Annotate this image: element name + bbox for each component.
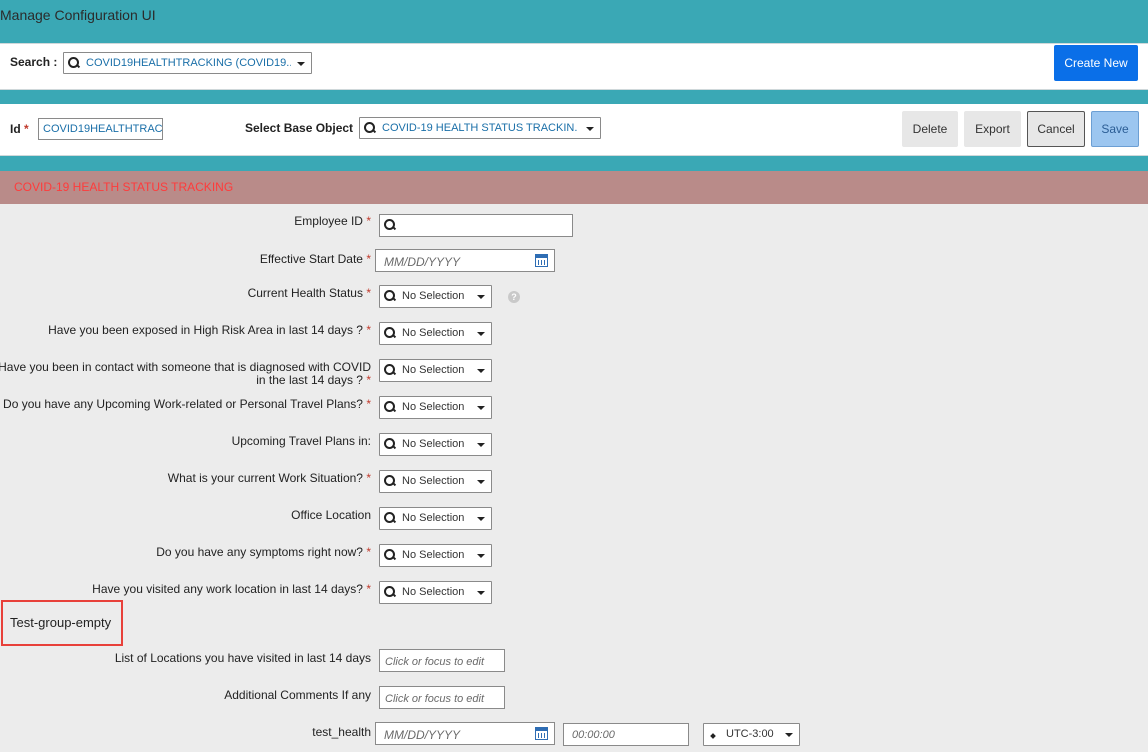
input-placeholder: Click or focus to edit	[385, 693, 485, 705]
chevron-down-icon[interactable]	[477, 480, 485, 484]
chevron-down-icon[interactable]	[477, 517, 485, 521]
select-value: No Selection	[402, 327, 465, 339]
search-icon	[384, 438, 396, 450]
symptoms-label: Do you have any symptoms right now? *	[156, 545, 371, 559]
cancel-button[interactable]: Cancel	[1027, 111, 1085, 147]
help-icon[interactable]: ?	[508, 291, 520, 303]
section-header: COVID-19 HEALTH STATUS TRACKING	[0, 171, 1148, 204]
search-icon	[384, 401, 396, 413]
contact-covid-select[interactable]: No Selection	[379, 359, 492, 382]
chevron-down-icon[interactable]	[477, 332, 485, 336]
exposed-high-risk-label: Have you been exposed in High Risk Area …	[48, 323, 371, 337]
chevron-down-icon[interactable]	[477, 406, 485, 410]
delete-button[interactable]: Delete	[902, 111, 958, 147]
timezone-value: UTC-3:00	[726, 728, 774, 740]
chevron-down-icon[interactable]	[785, 733, 793, 737]
office-location-select[interactable]: No Selection	[379, 507, 492, 530]
chevron-down-icon[interactable]	[477, 369, 485, 373]
effective-start-date-label: Effective Start Date *	[259, 252, 371, 266]
select-value: No Selection	[402, 475, 465, 487]
chevron-down-icon[interactable]	[297, 62, 305, 66]
locations-visited-input[interactable]: Click or focus to edit	[379, 649, 505, 672]
search-icon	[384, 364, 396, 376]
divider-band	[0, 90, 1148, 104]
search-icon	[384, 586, 396, 598]
locations-visited-label: List of Locations you have visited in la…	[114, 651, 371, 665]
app-title: Manage Configuration UI	[0, 7, 156, 23]
select-value: No Selection	[402, 290, 465, 302]
current-health-status-label: Current Health Status *	[247, 286, 371, 300]
create-new-button[interactable]: Create New	[1054, 45, 1138, 81]
search-icon	[68, 57, 80, 69]
search-label: Search :	[10, 55, 58, 69]
id-field[interactable]: COVID19HEALTHTRACKI	[38, 118, 163, 140]
chevron-down-icon[interactable]	[477, 443, 485, 447]
chevron-down-icon[interactable]	[477, 591, 485, 595]
current-health-status-select[interactable]: No Selection	[379, 285, 492, 308]
chevron-down-icon[interactable]	[477, 295, 485, 299]
contact-covid-label: Have you been in contact with someone th…	[0, 360, 371, 387]
symptoms-select[interactable]: No Selection	[379, 544, 492, 567]
effective-start-date-input[interactable]: MM/DD/YYYY	[375, 249, 555, 272]
search-icon	[384, 219, 396, 231]
search-icon	[384, 475, 396, 487]
group-title-box: Test-group-empty	[1, 600, 123, 646]
select-value: No Selection	[402, 364, 465, 376]
select-value: No Selection	[402, 401, 465, 413]
test-health-time-input[interactable]: 00:00:00	[563, 723, 689, 746]
save-button[interactable]: Save	[1091, 111, 1139, 147]
office-location-label: Office Location	[291, 508, 371, 522]
timezone-marker	[710, 733, 716, 739]
search-icon	[384, 327, 396, 339]
search-value: COVID19HEALTHTRACKING (COVID19...	[86, 57, 291, 69]
search-icon	[384, 549, 396, 561]
travel-plans-in-label: Upcoming Travel Plans in:	[231, 434, 371, 448]
search-icon	[364, 122, 376, 134]
app-header: Manage Configuration UI	[0, 0, 1148, 43]
test-health-date-input[interactable]: MM/DD/YYYY	[375, 722, 555, 745]
config-toolbar: Id * COVID19HEALTHTRACKI Select Base Obj…	[0, 104, 1148, 156]
export-button[interactable]: Export	[964, 111, 1021, 147]
work-situation-select[interactable]: No Selection	[379, 470, 492, 493]
visited-work-location-label: Have you visited any work location in la…	[92, 582, 371, 596]
divider-band	[0, 156, 1148, 171]
calendar-icon[interactable]	[535, 254, 548, 267]
chevron-down-icon[interactable]	[586, 127, 594, 131]
employee-id-label: Employee ID *	[294, 214, 371, 228]
exposed-high-risk-select[interactable]: No Selection	[379, 322, 492, 345]
employee-id-input[interactable]	[379, 214, 573, 237]
work-situation-label: What is your current Work Situation? *	[167, 471, 371, 485]
visited-work-location-select[interactable]: No Selection	[379, 581, 492, 604]
date-placeholder: MM/DD/YYYY	[384, 255, 461, 269]
timezone-select[interactable]: UTC-3:00	[703, 723, 800, 746]
additional-comments-label: Additional Comments If any	[224, 688, 371, 702]
base-object-label: Select Base Object	[245, 121, 354, 135]
id-label: Id *	[10, 122, 29, 136]
search-combobox[interactable]: COVID19HEALTHTRACKING (COVID19...	[63, 52, 312, 74]
select-value: No Selection	[402, 438, 465, 450]
time-placeholder: 00:00:00	[572, 729, 615, 741]
search-icon	[384, 290, 396, 302]
section-title: COVID-19 HEALTH STATUS TRACKING	[14, 180, 234, 194]
travel-plans-select[interactable]: No Selection	[379, 396, 492, 419]
group-title: Test-group-empty	[10, 615, 112, 630]
travel-plans-label: Do you have any Upcoming Work-related or…	[3, 397, 371, 411]
travel-plans-in-select[interactable]: No Selection	[379, 433, 492, 456]
date-placeholder: MM/DD/YYYY	[384, 728, 461, 742]
select-value: No Selection	[402, 512, 465, 524]
input-placeholder: Click or focus to edit	[385, 656, 485, 668]
search-icon	[384, 512, 396, 524]
calendar-icon[interactable]	[535, 727, 548, 740]
search-bar: Search : COVID19HEALTHTRACKING (COVID19.…	[0, 43, 1148, 90]
base-object-combobox[interactable]: COVID-19 HEALTH STATUS TRACKIN...	[359, 117, 601, 139]
chevron-down-icon[interactable]	[477, 554, 485, 558]
additional-comments-input[interactable]: Click or focus to edit	[379, 686, 505, 709]
select-value: No Selection	[402, 586, 465, 598]
base-object-value: COVID-19 HEALTH STATUS TRACKIN...	[382, 122, 577, 134]
select-value: No Selection	[402, 549, 465, 561]
test-health-label: test_health	[312, 725, 371, 739]
